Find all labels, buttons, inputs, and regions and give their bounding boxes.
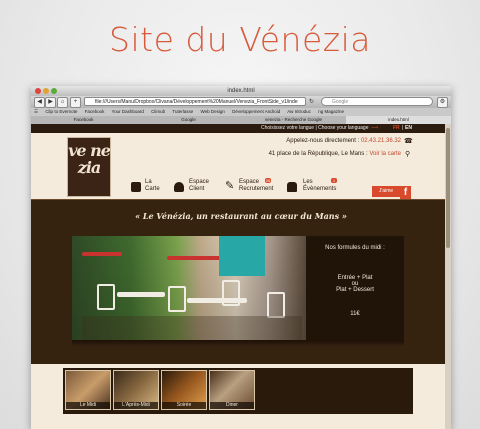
language-strip: Choisissez votre langue | Choose your la… [31, 124, 451, 133]
showcase-title: Site du Vénézia [109, 20, 371, 59]
lunch-formulas-panel: Nos formules du midi : Entrée + Plat ou … [306, 236, 404, 340]
menu-espace-client[interactable]: Espace Client [189, 179, 209, 193]
phone-number[interactable]: 02.43.21.36.32 [361, 138, 401, 144]
add-bookmark-button[interactable]: + [70, 97, 81, 108]
window-title: index.html [227, 88, 255, 94]
thumb-label: Soirée [162, 402, 206, 409]
tab-index[interactable]: index.html [346, 116, 451, 124]
thumb-diner[interactable]: Diner [209, 370, 255, 410]
phone-label: Appelez-nous directement : [286, 138, 360, 144]
bookmark-item[interactable]: Climub [151, 109, 165, 114]
minimize-window-button[interactable] [43, 88, 49, 94]
terrace-floor [82, 316, 302, 340]
tab-facebook[interactable]: Facebook [31, 116, 137, 124]
menu-label-line1: La [145, 179, 152, 185]
browser-toolbar: ◀ ▶ ⌂ + file:///Users/Manu/Dropbox/Cliva… [31, 96, 451, 108]
menu-label-line2: Client [189, 186, 205, 192]
search-field[interactable]: Google [321, 97, 433, 106]
thumb-label: Diner [210, 402, 254, 409]
scrollbar-thumb[interactable] [446, 128, 450, 248]
bookmark-item[interactable]: Facebook [85, 109, 105, 114]
chair-shape [222, 280, 240, 306]
formula-option-2: Plat + Dessert [336, 287, 374, 293]
thumb-label: L'Après-Midi [114, 402, 158, 409]
fork-icon [131, 182, 141, 192]
chair-shape [168, 286, 186, 312]
formula-price: 11€ [350, 311, 360, 317]
cake-icon [287, 182, 297, 192]
site-logo[interactable]: ve ne zia [67, 137, 111, 197]
vertical-scrollbar[interactable] [445, 124, 451, 429]
bookmark-item[interactable]: Développement Android [232, 109, 280, 114]
photo-shadow [72, 340, 404, 346]
language-prompt: Choisissez votre langue | Choose your la… [261, 125, 369, 131]
flowers-decoration [82, 252, 122, 256]
window-titlebar: index.html [31, 86, 451, 96]
address: 41 place de la République, Le Mans : [268, 151, 368, 157]
map-link[interactable]: Voir la carte [369, 151, 401, 157]
thumb-label: Le Midi [66, 402, 110, 409]
location-pin-icon: ⚲ [405, 151, 411, 158]
zoom-window-button[interactable] [51, 88, 57, 94]
facebook-icon[interactable]: f [400, 186, 411, 200]
restaurant-terrace-photo [72, 236, 306, 340]
table-shape [117, 292, 165, 297]
lang-separator: | [402, 125, 404, 131]
menu-la-carte[interactable]: La Carte [145, 179, 160, 193]
reload-icon[interactable]: ↻ [309, 98, 314, 105]
phone-line: Appelez-nous directement : 02.43.21.36.3… [251, 138, 401, 144]
home-icon[interactable]: ⌂ [57, 97, 68, 108]
forward-button[interactable]: ▶ [45, 97, 56, 108]
bookmark-item[interactable]: Your Dashboard [112, 109, 144, 114]
tagline: « Le Vénézia, un restaurant au cœur du M… [135, 211, 347, 221]
pen-icon: ✎ [225, 180, 235, 192]
tab-google[interactable]: Google [136, 116, 242, 124]
thumb-apres-midi[interactable]: L'Après-Midi [113, 370, 159, 410]
user-icon [174, 182, 184, 192]
url-field[interactable]: file:///Users/Manu/Dropbox/Clivana/Dével… [84, 97, 306, 106]
close-window-button[interactable] [35, 88, 41, 94]
bookmarks-list-icon[interactable]: ☰ [34, 109, 38, 114]
bookmarks-bar: ☰ Clip to Evernote Facebook Your Dashboa… [31, 108, 451, 116]
menu-label-line2: Évènements [303, 186, 337, 192]
tab-venezia-search[interactable]: venezia - Recherche Google [241, 116, 347, 124]
lang-en[interactable]: EN [405, 124, 412, 133]
bookmark-item[interactable]: ng Magazine [318, 109, 344, 114]
notification-badge: 26 [265, 178, 271, 183]
bookmark-item[interactable]: Web Design [200, 109, 224, 114]
chair-shape [97, 284, 115, 310]
bookmark-item[interactable]: Tuterlasse [172, 109, 193, 114]
flowers-decoration [167, 256, 227, 260]
address-line: 41 place de la République, Le Mans : Voi… [231, 151, 401, 157]
teal-wall [219, 236, 265, 276]
arrow-right-icon: ⟶ [371, 125, 379, 131]
lang-fr[interactable]: FR [393, 124, 400, 133]
menu-label-line2: Recrutement [239, 186, 274, 192]
formulas-title: Nos formules du midi : [325, 245, 385, 251]
thumb-soiree[interactable]: Soirée [161, 370, 207, 410]
settings-icon[interactable]: ⚙ [437, 97, 448, 108]
browser-window: index.html ◀ ▶ ⌂ + file:///Users/Manu/Dr… [31, 86, 451, 429]
tab-bar: Facebook Google venezia - Recherche Goog… [31, 116, 451, 124]
back-button[interactable]: ◀ [34, 97, 45, 108]
bookmark-item[interactable]: Clip to Evernote [45, 109, 77, 114]
bookmark-item[interactable]: Aw Introduc [287, 109, 311, 114]
like-button[interactable]: J'aime [372, 186, 400, 197]
menu-label-line2: Carte [145, 186, 160, 192]
chair-shape [267, 292, 285, 318]
thumb-le-midi[interactable]: Le Midi [65, 370, 111, 410]
phone-icon: ☎ [404, 138, 413, 145]
menu-label-line1: Espace [189, 179, 210, 185]
notification-badge: 1 [331, 178, 337, 183]
